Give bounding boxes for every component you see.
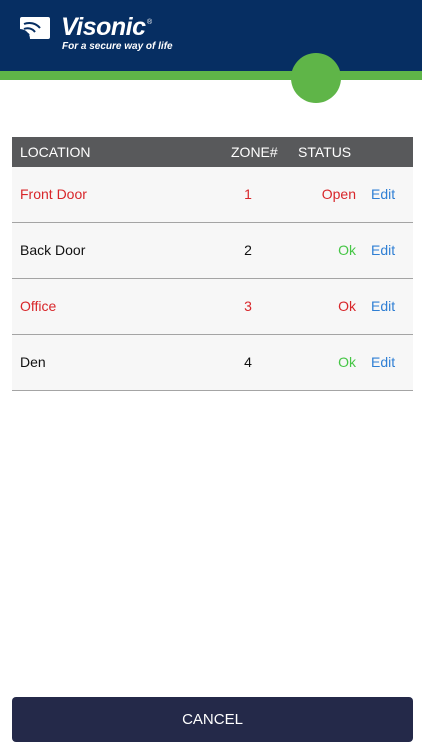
zone-location: Den — [20, 354, 46, 370]
app-header: Visonic ® For a secure way of life — [0, 0, 422, 71]
brand-tagline: For a secure way of life — [62, 41, 173, 52]
table-row: Back Door 2 Ok Edit — [12, 223, 413, 279]
zone-number: 2 — [244, 242, 252, 258]
edit-zone-button[interactable]: Edit — [371, 167, 395, 222]
zone-location: Office — [20, 298, 57, 314]
zone-number: 4 — [244, 354, 252, 370]
table-row: Front Door 1 Open Edit — [12, 167, 413, 223]
zone-number: 1 — [244, 186, 252, 202]
zone-status: Ok — [338, 242, 356, 258]
zone-status: Ok — [338, 354, 356, 370]
registered-mark: ® — [147, 19, 153, 26]
table-row: Office 3 Ok Edit — [12, 279, 413, 335]
brand-name: Visonic — [61, 13, 146, 41]
zones-table: LOCATION ZONE# STATUS Front Door 1 Open … — [12, 137, 413, 391]
edit-zone-button[interactable]: Edit — [371, 335, 395, 390]
zone-number: 3 — [244, 298, 252, 314]
zone-status: Open — [321, 186, 356, 202]
edit-zone-button[interactable]: Edit — [371, 223, 395, 278]
zone-status: Ok — [338, 298, 356, 314]
cancel-button[interactable]: CANCEL — [12, 697, 413, 742]
table-row: Den 4 Ok Edit — [12, 335, 413, 391]
visonic-logo-icon — [20, 17, 50, 39]
zone-location: Front Door — [20, 186, 87, 202]
edit-zone-button[interactable]: Edit — [371, 279, 395, 334]
header-accent-strip — [0, 71, 422, 80]
status-indicator-dot — [291, 53, 341, 103]
column-header-status: STATUS — [298, 144, 352, 160]
zone-location: Back Door — [20, 242, 86, 258]
column-header-location: LOCATION — [20, 144, 91, 160]
column-header-zone: ZONE# — [231, 144, 278, 160]
table-header: LOCATION ZONE# STATUS — [12, 137, 413, 167]
